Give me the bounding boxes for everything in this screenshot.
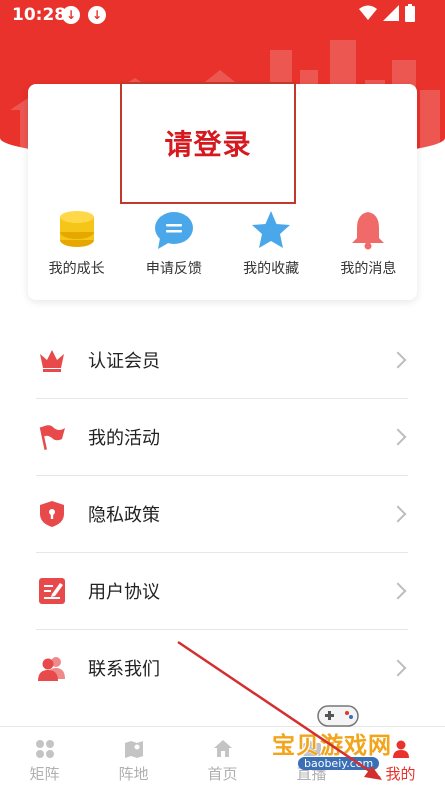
tab-live[interactable]: 直播 [267,727,356,792]
quick-action-label: 我的成长 [48,261,105,277]
battery-icon [405,4,415,22]
tab-label: 首页 [207,765,238,783]
crown-icon [40,350,64,372]
quick-action-messages[interactable]: 我的消息 [323,210,413,280]
menu-item-label: 我的活动 [88,428,160,449]
menu-item-my-activities[interactable]: 我的活动 [36,399,408,476]
quick-action-label: 我的消息 [340,261,397,277]
person-icon [392,740,409,758]
star-icon [252,211,291,248]
tab-label: 阵地 [118,765,149,783]
menu-item-user-agreement[interactable]: 用户协议 [36,553,408,630]
menu-item-privacy-policy[interactable]: 隐私政策 [36,476,408,553]
tab-label: 我的 [385,765,416,783]
home-icon [213,740,232,757]
quick-action-favorites[interactable]: 我的收藏 [226,210,316,280]
download-icon: ↓ [62,6,80,24]
chevron-right-icon [389,659,407,677]
menu-item-label: 认证会员 [88,351,160,372]
tab-matrix[interactable]: 矩阵 [0,727,89,792]
profile-card: 请登录 我的成长 申请反馈 我的收藏 我的消息 [28,82,417,300]
signal-icon [383,5,399,21]
grid-icon [35,740,54,758]
download-icon: ↓ [88,6,106,24]
tab-mine[interactable]: 我的 [356,727,445,792]
coin-stack-icon [59,211,94,247]
settings-menu: 认证会员 我的活动 隐私政策 用户协议 联系我们 [36,322,408,706]
menu-item-contact-us[interactable]: 联系我们 [36,630,408,706]
bell-icon [352,212,385,250]
tab-home[interactable]: 首页 [178,727,267,792]
chat-bubble-icon [154,212,193,249]
contacts-icon [38,657,65,681]
tv-icon [302,739,321,756]
menu-item-label: 联系我们 [88,659,160,680]
tab-position[interactable]: 阵地 [89,727,178,792]
quick-action-label: 我的收藏 [243,261,300,277]
status-time: 10:28 [12,5,67,25]
menu-item-certified-member[interactable]: 认证会员 [36,322,408,399]
chevron-right-icon [389,505,407,523]
status-bar: 10:28 ↓ ↓ [0,0,445,30]
tab-label: 直播 [296,765,327,783]
shield-icon [40,501,64,527]
bottom-tab-bar: 矩阵 阵地 首页 直播 我的 [0,726,445,792]
map-icon [124,741,143,758]
menu-item-label: 隐私政策 [88,505,160,526]
menu-item-label: 用户协议 [88,582,160,603]
wifi-icon [359,5,377,20]
quick-actions: 我的成长 申请反馈 我的收藏 我的消息 [28,210,417,280]
login-button[interactable]: 请登录 [120,82,296,204]
chevron-right-icon [389,351,407,369]
quick-action-label: 申请反馈 [145,261,202,277]
chevron-right-icon [389,582,407,600]
edit-document-icon [39,578,65,604]
flag-icon [39,425,65,450]
tab-label: 矩阵 [29,765,60,783]
chevron-right-icon [389,428,407,446]
quick-action-growth[interactable]: 我的成长 [32,210,122,280]
quick-action-feedback[interactable]: 申请反馈 [129,210,219,280]
